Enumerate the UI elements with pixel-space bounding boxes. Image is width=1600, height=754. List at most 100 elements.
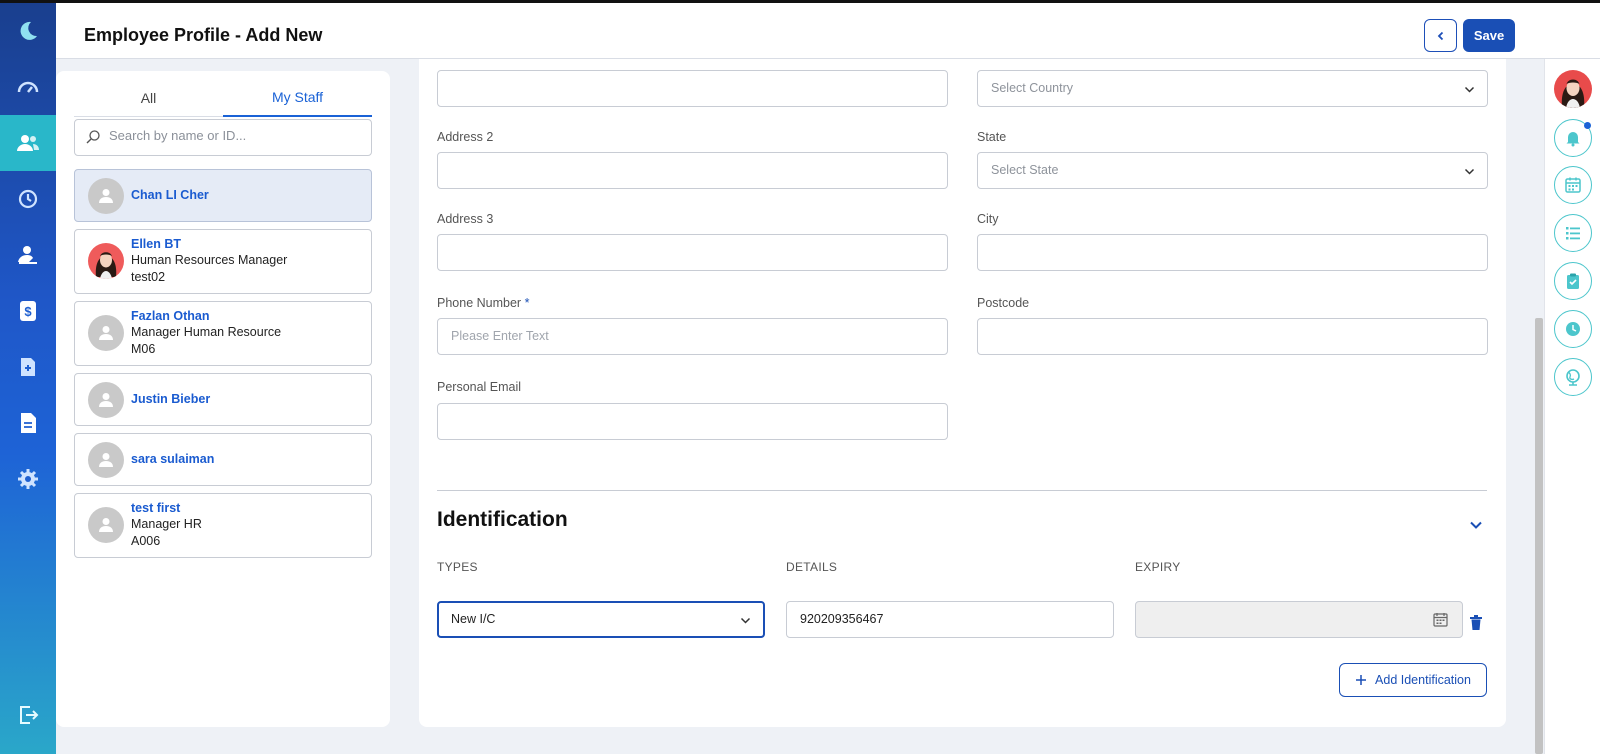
- id-expiry-input[interactable]: [1149, 612, 1443, 626]
- staff-card[interactable]: Chan LI Cher: [74, 169, 372, 222]
- staff-id: test02: [131, 270, 166, 284]
- state-select-value: Select State: [991, 163, 1059, 177]
- staff-card[interactable]: Fazlan Othan Manager Human Resource M06: [74, 301, 372, 366]
- address-3-input[interactable]: [451, 245, 910, 259]
- list-icon: [1566, 227, 1580, 240]
- medical-claim-icon[interactable]: [0, 339, 56, 395]
- avatar: [88, 442, 124, 478]
- country-select[interactable]: Select Country: [977, 70, 1488, 107]
- state-select[interactable]: Select State: [977, 152, 1488, 189]
- woman-avatar-icon: [95, 252, 117, 279]
- avatar: [88, 243, 124, 279]
- user-avatar[interactable]: [1554, 70, 1592, 108]
- user-placeholder-icon: [99, 518, 113, 532]
- user-placeholder-icon: [99, 326, 113, 340]
- staff-name: sara sulaiman: [131, 452, 215, 466]
- staff-job-title: Manager HR: [131, 517, 202, 531]
- column-expiry: EXPIRY: [1135, 560, 1181, 574]
- country-select-value: Select Country: [991, 81, 1073, 95]
- search-icon: [86, 130, 100, 144]
- phone-number-input[interactable]: [451, 329, 910, 343]
- staff-job-title: Manager Human Resource: [131, 325, 282, 339]
- phone-number-field[interactable]: [437, 318, 948, 355]
- staff-list-panel: All My Staff Chan LI Cher Ellen BT Human…: [56, 71, 390, 727]
- address-3-label: Address 3: [437, 212, 494, 226]
- postcode-label: Postcode: [977, 296, 1030, 310]
- staff-name: test first: [131, 501, 181, 515]
- address-1-field[interactable]: [437, 70, 948, 107]
- trash-icon[interactable]: [1469, 615, 1483, 631]
- attendance-button[interactable]: [1554, 310, 1592, 348]
- staff-card[interactable]: test first Manager HR A006: [74, 493, 372, 558]
- address-2-input[interactable]: [451, 163, 910, 177]
- back-button[interactable]: [1424, 19, 1457, 52]
- id-expiry-field[interactable]: [1135, 601, 1463, 638]
- postcode-input[interactable]: [991, 329, 1450, 343]
- address-3-field[interactable]: [437, 234, 948, 271]
- staff-search-box: [74, 119, 372, 156]
- staff-id: A006: [131, 534, 161, 548]
- app-logo-moon-icon[interactable]: [0, 3, 56, 59]
- calendar-icon: [1565, 177, 1581, 193]
- phone-number-label-text: Phone Number: [437, 296, 522, 310]
- chevron-left-icon: [1437, 31, 1443, 40]
- calendar-button[interactable]: [1554, 166, 1592, 204]
- payroll-dollar-icon[interactable]: $: [0, 283, 56, 339]
- calendar-icon[interactable]: [1433, 612, 1448, 627]
- staff-job-title: Human Resources Manager: [131, 253, 288, 267]
- dashboard-gauge-icon[interactable]: [0, 59, 56, 115]
- tab-all[interactable]: All: [74, 79, 223, 117]
- staff-name: Fazlan Othan: [131, 309, 210, 323]
- id-details-field[interactable]: [786, 601, 1114, 638]
- state-label: State: [977, 130, 1007, 144]
- tab-my-staff[interactable]: My Staff: [223, 79, 372, 117]
- staff-tabs: All My Staff: [74, 79, 372, 117]
- avatar: [88, 315, 124, 351]
- save-button[interactable]: Save: [1463, 19, 1515, 52]
- woman-avatar-icon: [1561, 79, 1585, 108]
- staff-card[interactable]: Ellen BT Human Resources Manager test02: [74, 229, 372, 294]
- avatar: [88, 507, 124, 543]
- add-identification-label: Add Identification: [1375, 673, 1471, 687]
- plus-icon: [1356, 675, 1367, 685]
- notifications-button[interactable]: [1554, 119, 1592, 157]
- document-icon[interactable]: [0, 395, 56, 451]
- globe-button[interactable]: [1554, 358, 1592, 396]
- address-1-input[interactable]: [451, 81, 910, 95]
- id-type-select[interactable]: New I/C: [437, 601, 765, 638]
- id-details-input[interactable]: [800, 612, 1094, 626]
- settings-gear-icon[interactable]: [0, 451, 56, 507]
- personal-email-field[interactable]: [437, 403, 948, 440]
- employees-icon[interactable]: [0, 115, 56, 171]
- avatar: [88, 178, 124, 214]
- address-2-field[interactable]: [437, 152, 948, 189]
- column-details: DETAILS: [786, 560, 838, 574]
- top-header: Employee Profile - Add New Save: [56, 3, 1600, 59]
- notification-dot: [1584, 122, 1591, 129]
- postcode-field[interactable]: [977, 318, 1488, 355]
- chevron-down-icon: [1464, 86, 1475, 93]
- history-clock-icon[interactable]: [0, 171, 56, 227]
- required-mark: *: [524, 296, 530, 310]
- city-field[interactable]: [977, 234, 1488, 271]
- identification-section-title: Identification: [437, 508, 568, 531]
- globe-icon: [1566, 369, 1580, 386]
- staff-card[interactable]: sara sulaiman: [74, 433, 372, 486]
- personal-email-input[interactable]: [451, 414, 910, 428]
- personal-email-label: Personal Email: [437, 380, 522, 394]
- page-scrollbar-thumb[interactable]: [1535, 318, 1543, 754]
- page-title: Employee Profile - Add New: [84, 25, 323, 45]
- logout-icon[interactable]: [0, 687, 56, 743]
- staff-search-input[interactable]: [109, 128, 359, 143]
- staff-card[interactable]: Justin Bieber: [74, 373, 372, 426]
- tasks-button[interactable]: [1554, 262, 1592, 300]
- address-2-label: Address 2: [437, 130, 494, 144]
- user-placeholder-icon: [99, 393, 113, 407]
- user-desk-icon[interactable]: [0, 227, 56, 283]
- collapse-chevron-icon[interactable]: [1469, 518, 1483, 532]
- add-identification-button[interactable]: Add Identification: [1339, 663, 1487, 697]
- chevron-down-icon: [1464, 168, 1475, 175]
- staff-id: M06: [131, 342, 156, 356]
- city-input[interactable]: [991, 245, 1450, 259]
- list-button[interactable]: [1554, 214, 1592, 252]
